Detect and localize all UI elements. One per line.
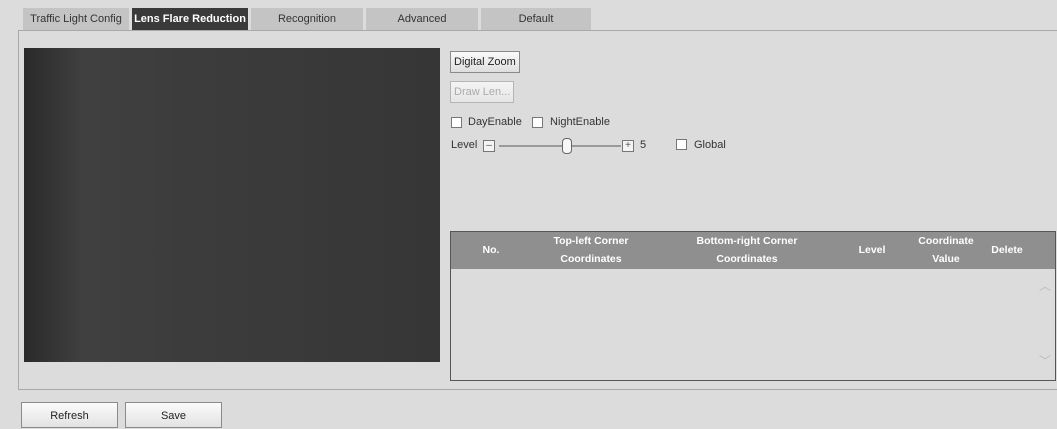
global-checkbox[interactable]: [676, 139, 687, 150]
level-value: 5: [640, 139, 647, 151]
day-enable-label: DayEnable: [468, 116, 522, 128]
level-increase-button[interactable]: +: [622, 140, 634, 152]
global-label: Global: [694, 139, 726, 151]
tab-recognition[interactable]: Recognition: [251, 8, 363, 30]
level-label: Level: [451, 139, 478, 151]
tab-traffic-light-config[interactable]: Traffic Light Config: [23, 8, 129, 30]
refresh-button[interactable]: Refresh: [21, 402, 118, 428]
tab-default[interactable]: Default: [481, 8, 591, 30]
col-header-no: No.: [482, 244, 500, 256]
col-header-top-left-line1: Top-left Corner: [553, 235, 629, 247]
col-header-bottom-right-line1: Bottom-right Corner: [696, 235, 798, 247]
col-header-bottom-right: Bottom-right Corner Coordinates: [677, 232, 817, 268]
col-header-coordinate-line1: Coordinate: [918, 235, 974, 247]
level-slider-track[interactable]: [499, 145, 621, 147]
night-enable-label: NightEnable: [550, 116, 610, 128]
scroll-down-icon[interactable]: ﹀: [1039, 352, 1051, 369]
draw-lens-button[interactable]: Draw Len...: [450, 81, 515, 103]
scroll-up-icon[interactable]: ︿: [1039, 277, 1051, 294]
col-header-coordinate-line2: Value: [932, 253, 960, 265]
tab-advanced[interactable]: Advanced: [366, 8, 478, 30]
level-slider-thumb[interactable]: [562, 138, 573, 154]
video-preview[interactable]: [24, 48, 440, 362]
level-decrease-button[interactable]: –: [483, 140, 495, 152]
region-table: No. Top-left Corner Coordinates Bottom-r…: [450, 231, 1056, 381]
col-header-bottom-right-line2: Coordinates: [716, 253, 778, 265]
night-enable-checkbox[interactable]: [532, 117, 543, 128]
col-header-level: Level: [858, 244, 886, 256]
day-enable-checkbox[interactable]: [451, 117, 462, 128]
col-header-top-left-line2: Coordinates: [560, 253, 622, 265]
table-header: No. Top-left Corner Coordinates Bottom-r…: [451, 232, 1055, 269]
digital-zoom-button[interactable]: Digital Zoom: [450, 51, 520, 73]
save-button[interactable]: Save: [125, 402, 222, 428]
col-header-coordinate-value: Coordinate Value: [906, 232, 986, 268]
tab-lens-flare-reduction[interactable]: Lens Flare Reduction: [132, 8, 248, 30]
col-header-delete: Delete: [991, 244, 1023, 256]
col-header-top-left: Top-left Corner Coordinates: [531, 232, 651, 268]
